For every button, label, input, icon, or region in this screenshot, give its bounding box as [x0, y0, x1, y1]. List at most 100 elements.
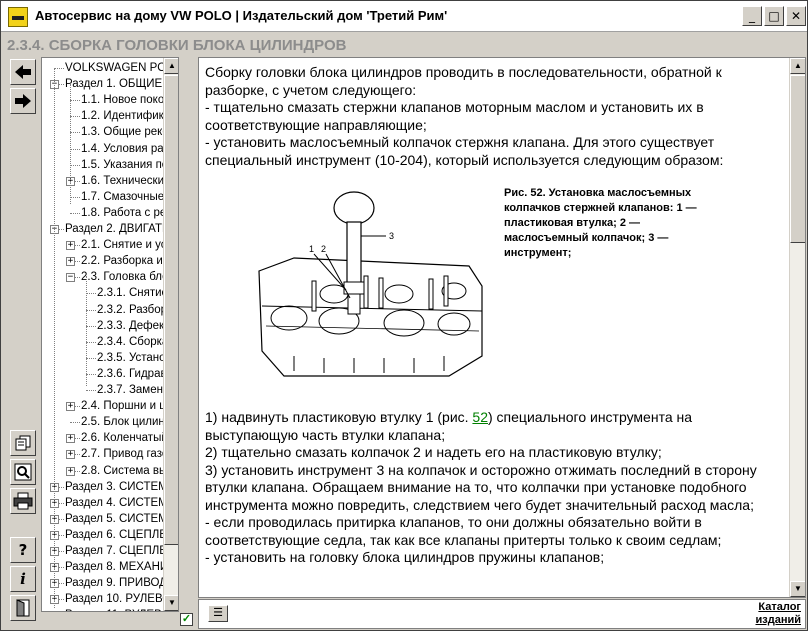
- contents-tree[interactable]: VOLKSWAGEN POLO − Раздел 1. ОБЩИЕ СВЕДЕНИЯ…: [41, 57, 179, 612]
- tree-scrollbar[interactable]: ▲ ▼: [163, 58, 178, 611]
- steps-text: 1) надвинуть пластиковую втулку 1 (рис. …: [205, 409, 785, 567]
- expand-icon[interactable]: +: [66, 434, 75, 444]
- sync-checkbox[interactable]: ✓: [180, 613, 193, 626]
- exit-button[interactable]: [10, 595, 36, 621]
- close-button[interactable]: ✕: [786, 6, 806, 26]
- tree-connector: [70, 148, 80, 150]
- tree-item[interactable]: 2.7. Привод газо: [81, 446, 164, 462]
- bottom-bar: ☰ Каталог изданий: [198, 599, 806, 629]
- info-button[interactable]: i: [10, 566, 36, 592]
- window-title: Автосервис на дому VW POLO | Издательски…: [35, 8, 448, 23]
- search-button[interactable]: [10, 459, 36, 485]
- minimize-button[interactable]: _: [742, 6, 762, 26]
- tree-connector: [86, 341, 96, 343]
- tree-scroll-thumb[interactable]: [164, 75, 178, 545]
- intro-text: Сборку головки блока цилиндров проводить…: [205, 64, 785, 169]
- intro-bullet-2: - установить маслосъемный колпачок стерж…: [205, 134, 724, 168]
- tree-connector: [70, 100, 80, 102]
- tree-item[interactable]: 1.4. Условия работы: [81, 141, 164, 157]
- tree-item[interactable]: Раздел 3. СИСТЕМА: [65, 479, 164, 495]
- tree-item[interactable]: 2.8. Система вы: [81, 463, 164, 479]
- title-bar: Автосервис на дому VW POLO | Издательски…: [1, 1, 807, 32]
- tree-item[interactable]: Раздел 1. ОБЩИЕ СВЕДЕНИЯ: [65, 76, 164, 92]
- tree-item[interactable]: Раздел 10. РУЛЕВОЕ: [65, 591, 164, 607]
- tree-scroll-down-button[interactable]: ▼: [164, 595, 178, 611]
- tree-item[interactable]: 2.2. Разборка и: [81, 253, 163, 269]
- figure-label-2: 2: [321, 244, 326, 254]
- back-button[interactable]: [10, 59, 36, 85]
- tree-guide: [70, 84, 71, 204]
- tree-item[interactable]: Раздел 6. СЦЕПЛЕНИЕ: [65, 527, 164, 543]
- tree-connector: [70, 212, 80, 214]
- tree-item[interactable]: 2.3.1. Снятие: [97, 285, 164, 301]
- article-scroll-down-button[interactable]: ▼: [790, 581, 805, 597]
- expand-icon[interactable]: +: [66, 466, 75, 476]
- article-scroll-up-button[interactable]: ▲: [790, 58, 805, 74]
- tree-item[interactable]: 2.3.3. Дефектовка: [97, 318, 164, 334]
- tree-item[interactable]: Раздел 4. СИСТЕМА: [65, 495, 164, 511]
- tree-item[interactable]: 2.3.2. Разборка: [97, 302, 164, 318]
- tree-nodes: VOLKSWAGEN POLO − Раздел 1. ОБЩИЕ СВЕДЕНИЯ…: [42, 60, 164, 611]
- tree-item[interactable]: 1.5. Указания по: [81, 157, 164, 173]
- tree-item[interactable]: 2.6. Коленчатый: [81, 430, 164, 446]
- tree-connector: [86, 373, 96, 375]
- figure-link[interactable]: 52: [472, 409, 488, 425]
- tree-item[interactable]: VOLKSWAGEN POLO: [65, 60, 164, 76]
- print-button[interactable]: [10, 488, 36, 514]
- tree-item[interactable]: 1.1. Новое поколение: [81, 92, 164, 108]
- tree-item[interactable]: 1.2. Идентификация: [81, 108, 164, 124]
- tree-connector: [54, 68, 64, 69]
- copy-pages-icon: [15, 435, 31, 451]
- tree-item[interactable]: 2.1. Снятие и установка: [81, 237, 164, 253]
- forward-button[interactable]: [10, 88, 36, 114]
- tree-item[interactable]: 2.3.6. Гидрав: [97, 366, 164, 382]
- step-1-text-before: 1) надвинуть пластиковую втулку 1 (рис.: [205, 409, 473, 425]
- tree-item[interactable]: Раздел 7. СЦЕПЛЕ: [65, 543, 164, 559]
- note-1: - если проводилась притирка клапанов, то…: [205, 514, 722, 548]
- tree-connector: [86, 325, 96, 327]
- article-scrollbar[interactable]: ▲ ▼: [789, 58, 805, 597]
- step-1: 1) надвинуть пластиковую втулку 1 (рис. …: [205, 409, 785, 444]
- tree-connector: [86, 293, 96, 295]
- expand-icon[interactable]: +: [66, 402, 75, 412]
- tree-item[interactable]: 2.3.7. Замена: [97, 382, 164, 398]
- page-heading: 2.3.4. СБОРКА ГОЛОВКИ БЛОКА ЦИЛИНДРОВ: [7, 37, 347, 54]
- tree-scroll-up-button[interactable]: ▲: [164, 58, 178, 74]
- tree-item[interactable]: 2.3. Головка блока: [81, 269, 164, 285]
- arrow-right-icon: [15, 94, 31, 108]
- tree-item[interactable]: Раздел 11. РУЛЕВ: [65, 607, 162, 611]
- app-window: Автосервис на дому VW POLO | Издательски…: [0, 0, 808, 631]
- printer-icon: [13, 492, 33, 510]
- catalog-link[interactable]: Каталог изданий: [741, 601, 802, 627]
- tree-item[interactable]: 1.6. Технические: [81, 173, 164, 189]
- expand-icon[interactable]: +: [66, 241, 75, 251]
- tree-connector: [70, 196, 80, 198]
- tree-item[interactable]: 1.7. Смазочные: [81, 189, 164, 205]
- tree-item[interactable]: Раздел 2. ДВИГАТЕЛЬ: [65, 221, 164, 237]
- step-3: 3) установить инструмент 3 на колпачок и…: [205, 461, 757, 513]
- help-button[interactable]: ?: [10, 537, 36, 563]
- tree-connector: [86, 309, 96, 311]
- expand-icon[interactable]: +: [66, 257, 75, 267]
- expand-icon[interactable]: +: [66, 450, 75, 460]
- magnifier-icon: [14, 463, 32, 481]
- maximize-button[interactable]: □: [764, 6, 784, 26]
- tree-item[interactable]: 1.3. Общие рекомендации: [81, 124, 164, 140]
- tree-connector: [70, 116, 80, 118]
- tree-item[interactable]: Раздел 5. СИСТЕМА: [65, 511, 164, 527]
- collapse-icon[interactable]: −: [66, 273, 75, 283]
- tree-item[interactable]: Раздел 9. ПРИВОДЫ: [65, 575, 164, 591]
- tree-connector: [86, 390, 96, 391]
- list-button[interactable]: ☰: [208, 605, 228, 622]
- article-scroll-thumb[interactable]: [790, 75, 805, 243]
- bookmarks-button[interactable]: [10, 430, 36, 456]
- tree-item[interactable]: 2.3.4. Сборка: [97, 334, 164, 350]
- figure-label-3: 3: [389, 231, 394, 241]
- tree-guide: [54, 68, 55, 608]
- tree-item[interactable]: 2.4. Поршни и ш: [81, 398, 164, 414]
- tree-item[interactable]: 2.5. Блок цилиндров: [81, 414, 164, 430]
- tree-item[interactable]: 2.3.5. Установка: [97, 350, 164, 366]
- tree-connector: [70, 164, 80, 166]
- tree-item[interactable]: Раздел 8. МЕХАНИЧЕСКАЯ: [65, 559, 164, 575]
- tree-item[interactable]: 1.8. Работа с рем: [81, 205, 164, 221]
